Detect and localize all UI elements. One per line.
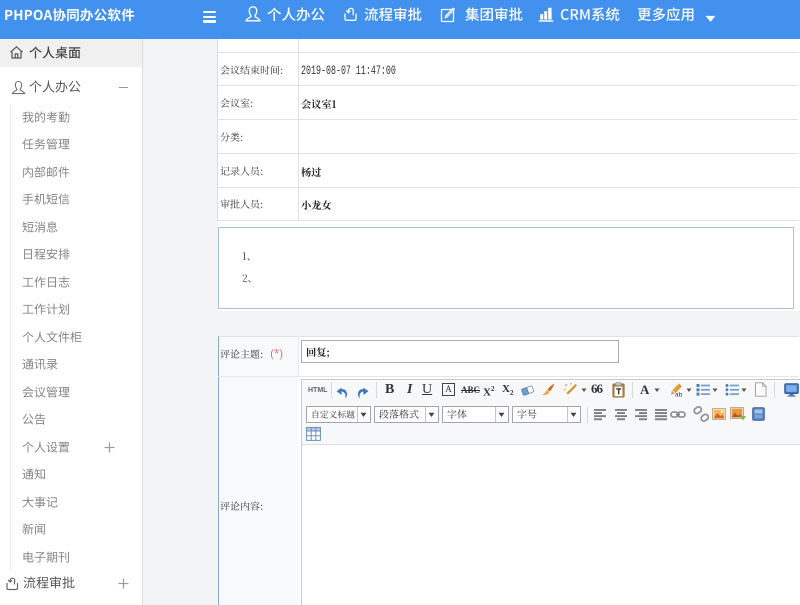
svg-text:ab: ab xyxy=(675,392,683,398)
